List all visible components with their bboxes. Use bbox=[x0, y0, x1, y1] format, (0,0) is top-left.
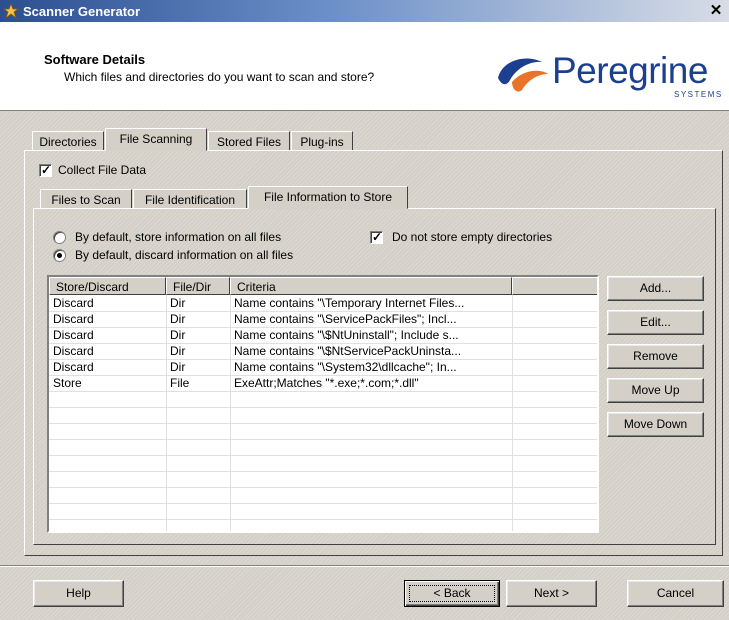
cell-criteria: Name contains "\ServicePackFiles"; Incl.… bbox=[234, 312, 457, 326]
peregrine-logo: Peregrine SYSTEMS bbox=[492, 50, 724, 104]
back-button[interactable]: < Back bbox=[404, 580, 500, 607]
footer-separator bbox=[0, 565, 729, 567]
table-row-empty bbox=[49, 503, 597, 520]
window-title: Scanner Generator bbox=[23, 3, 141, 19]
scanner-wizard-icon bbox=[3, 3, 19, 19]
cell-file-dir: File bbox=[170, 376, 190, 390]
move-down-button[interactable]: Move Down bbox=[607, 412, 704, 437]
close-icon[interactable]: ✕ bbox=[707, 2, 725, 19]
table-row-empty bbox=[49, 439, 597, 456]
rules-table[interactable]: Store/Discard File/Dir Criteria Discard … bbox=[47, 275, 599, 533]
cell-file-dir: Dir bbox=[170, 328, 186, 342]
tab-file-information-to-store[interactable]: File Information to Store bbox=[248, 186, 408, 209]
tab-file-identification[interactable]: File Identification bbox=[133, 189, 247, 209]
remove-button[interactable]: Remove bbox=[607, 344, 704, 369]
empty-directories-checkbox[interactable]: ✓ bbox=[370, 230, 383, 244]
table-row-empty bbox=[49, 471, 597, 488]
cell-store-discard: Discard bbox=[53, 344, 94, 358]
table-row[interactable]: Discard Dir Name contains "\ServicePackF… bbox=[49, 311, 597, 328]
cell-criteria: Name contains "\Temporary Internet Files… bbox=[234, 296, 465, 310]
tab-stored-files[interactable]: Stored Files bbox=[208, 131, 290, 151]
page-subtitle: Which files and directories do you want … bbox=[64, 70, 375, 84]
cell-file-dir: Dir bbox=[170, 344, 186, 358]
cell-criteria: Name contains "\$NtUninstall"; Include s… bbox=[234, 328, 459, 342]
tab-directories[interactable]: Directories bbox=[32, 131, 104, 151]
table-row-empty bbox=[49, 423, 597, 440]
cell-criteria: Name contains "\$NtServicePackUninsta... bbox=[234, 344, 462, 358]
store-all-label: By default, store information on all fil… bbox=[75, 230, 282, 244]
cell-store-discard: Store bbox=[53, 376, 82, 390]
column-header-criteria[interactable]: Criteria bbox=[230, 277, 512, 295]
column-header-extra[interactable] bbox=[512, 277, 597, 295]
peregrine-bird-icon bbox=[498, 58, 548, 92]
cell-store-discard: Discard bbox=[53, 328, 94, 342]
cell-file-dir: Dir bbox=[170, 360, 186, 374]
page-title: Software Details bbox=[44, 52, 146, 67]
tab-files-to-scan[interactable]: Files to Scan bbox=[40, 189, 132, 209]
cell-store-discard: Discard bbox=[53, 312, 94, 326]
table-row-empty bbox=[49, 455, 597, 472]
table-row[interactable]: Discard Dir Name contains "\$NtUninstall… bbox=[49, 327, 597, 344]
logo-text: Peregrine bbox=[552, 50, 708, 91]
wizard-header: Software Details Which files and directo… bbox=[0, 22, 729, 111]
table-row[interactable]: Discard Dir Name contains "\$NtServicePa… bbox=[49, 343, 597, 360]
discard-all-label: By default, discard information on all f… bbox=[75, 248, 294, 262]
cell-criteria: Name contains "\System32\dllcache"; In..… bbox=[234, 360, 457, 374]
table-row[interactable]: Discard Dir Name contains "\Temporary In… bbox=[49, 295, 597, 312]
edit-button[interactable]: Edit... bbox=[607, 310, 704, 335]
tab-file-scanning[interactable]: File Scanning bbox=[105, 128, 207, 151]
collect-file-data-checkbox[interactable]: ✓ bbox=[39, 163, 52, 177]
cell-store-discard: Discard bbox=[53, 296, 94, 310]
help-button[interactable]: Help bbox=[33, 580, 124, 607]
cancel-button[interactable]: Cancel bbox=[627, 580, 724, 607]
column-header-file-dir[interactable]: File/Dir bbox=[166, 277, 230, 295]
collect-file-data-label: Collect File Data bbox=[58, 163, 147, 177]
table-row-empty bbox=[49, 391, 597, 408]
discard-all-radio[interactable] bbox=[53, 249, 66, 262]
cell-store-discard: Discard bbox=[53, 360, 94, 374]
add-button[interactable]: Add... bbox=[607, 276, 704, 301]
cell-file-dir: Dir bbox=[170, 312, 186, 326]
tab-plug-ins[interactable]: Plug-ins bbox=[291, 131, 353, 151]
focus-rectangle bbox=[409, 585, 495, 602]
cell-file-dir: Dir bbox=[170, 296, 186, 310]
store-all-radio[interactable] bbox=[53, 231, 66, 244]
next-button[interactable]: Next > bbox=[506, 580, 597, 607]
table-row[interactable]: Discard Dir Name contains "\System32\dll… bbox=[49, 359, 597, 376]
table-row[interactable]: Store File ExeAttr;Matches "*.exe;*.com;… bbox=[49, 375, 597, 392]
logo-subtext: SYSTEMS bbox=[674, 90, 723, 99]
cell-criteria: ExeAttr;Matches "*.exe;*.com;*.dll" bbox=[234, 376, 419, 390]
empty-directories-label: Do not store empty directories bbox=[392, 230, 553, 244]
table-row-empty bbox=[49, 407, 597, 424]
table-row-empty bbox=[49, 487, 597, 504]
column-header-store-discard[interactable]: Store/Discard bbox=[49, 277, 166, 295]
title-bar: Scanner Generator ✕ bbox=[0, 0, 729, 22]
move-up-button[interactable]: Move Up bbox=[607, 378, 704, 403]
